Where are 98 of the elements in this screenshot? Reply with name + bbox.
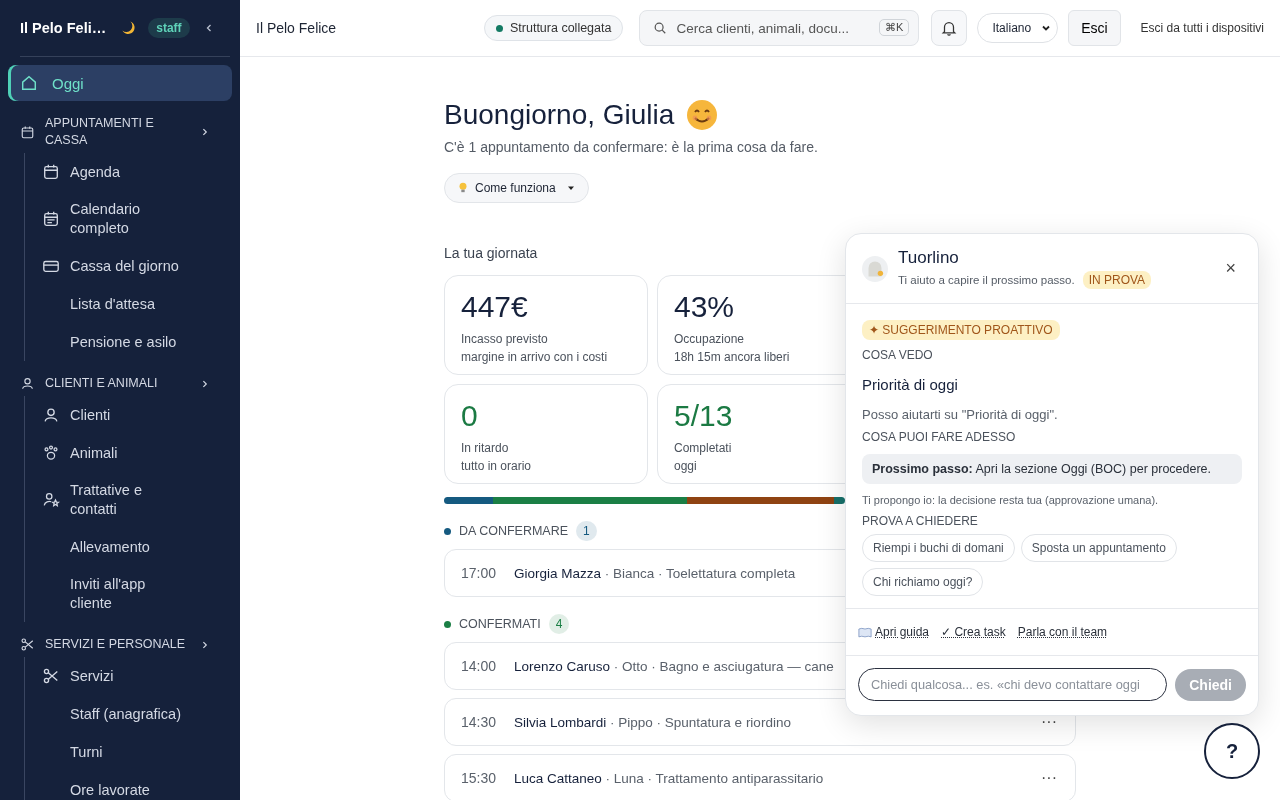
appointment-details: Lorenzo Caruso · Otto · Bagno e asciugatura — cane [514, 658, 834, 674]
chevron-icon [200, 639, 210, 650]
action-link[interactable]: ✓ Crea task [941, 625, 1006, 639]
suggestion-badge: ✦ SUGGERIMENTO PROATTIVO [862, 320, 1060, 340]
stat-label: Incasso previsto [461, 331, 549, 348]
calendar-icon [42, 163, 60, 181]
help-dropdown[interactable]: Come funziona [444, 173, 589, 203]
more-button[interactable]: ··· [1037, 769, 1061, 787]
shortcut-key: ⌘K [879, 19, 910, 36]
help-button[interactable]: ? [1204, 723, 1260, 779]
nav-section[interactable]: APPUNTAMENTI E CASSA [8, 107, 232, 153]
group-title: CONFERMATI [459, 617, 541, 631]
nav-section[interactable]: SERVIZI E PERSONALE [8, 628, 232, 657]
stat-label: Occupazione [674, 331, 746, 348]
caret-icon [566, 184, 575, 192]
chevron-down-icon [1041, 23, 1052, 33]
user-icon [42, 406, 60, 424]
scissors-icon [42, 667, 60, 685]
smiley-icon [686, 99, 719, 131]
nav-item[interactable]: Calendario completo [25, 191, 232, 247]
nav-item[interactable]: Allevamento [25, 528, 232, 566]
nav-section[interactable]: CLIENTI E ANIMALI [8, 367, 232, 396]
stat-value: 5/13 [674, 399, 734, 433]
guide-link[interactable]: Apri guida [858, 625, 930, 639]
nav-item[interactable]: Turni [25, 733, 232, 771]
topic-title: Priorità di oggi [862, 376, 959, 393]
calendar-icon [20, 124, 35, 140]
logout-all-link[interactable]: Esci da tutti i dispositivi [1140, 21, 1264, 35]
nav-item[interactable]: Oggi [8, 65, 232, 101]
nav-item[interactable]: Pensione e asilo [25, 323, 232, 361]
stat-label: In ritardo [461, 440, 510, 457]
bell-icon [940, 19, 959, 37]
nav-item[interactable]: Animali [25, 434, 232, 472]
greeting-title: Buongiorno, Giulia [444, 99, 675, 131]
group-title: DA CONFERMARE [459, 524, 569, 538]
assistant-name: Tuorlino [898, 248, 960, 268]
suggestion-chip[interactable]: Chi richiamo oggi? [862, 568, 984, 596]
paw-icon [42, 444, 60, 462]
mascot-icon [862, 255, 888, 282]
close-button[interactable]: × [1219, 257, 1242, 280]
appointment-details: Luca Cattaneo · Luna · Trattamento antiparassitario [514, 770, 824, 786]
stat-note: tutto in orario [461, 458, 533, 475]
logout-button[interactable]: Esci [1068, 10, 1121, 46]
nav-item[interactable]: Inviti all'app cliente [25, 566, 232, 622]
suggestion-chip[interactable]: Sposta un appuntamento [1020, 534, 1177, 562]
next-step-box: Prossimo passo: Apri la sezione Oggi (BOC) per procedere. [862, 454, 1242, 484]
stat-note: margine in arrivo con i costi [461, 349, 609, 366]
stat-value: 43% [674, 290, 736, 324]
stat-label: Completati [674, 440, 733, 457]
appointment-details: Giorgia Mazza · Bianca · Toelettatura completa [514, 565, 796, 581]
nav-item[interactable]: Servizi [25, 657, 232, 695]
greeting-subtitle: C'è 1 appuntamento da confermare: è la prima cosa da fare. [444, 139, 819, 155]
appointment-time: 17:00 [461, 565, 498, 581]
chevron-icon [200, 378, 210, 389]
nav-item[interactable]: Ore lavorate [25, 771, 232, 800]
status-pill: Struttura collegata [484, 15, 624, 41]
section-label: COSA PUOI FARE ADESSO [862, 430, 1017, 444]
message-input[interactable]: Chiedi qualcosa... es. «chi devo contattare oggi [858, 668, 1168, 701]
notifications-button[interactable] [931, 10, 968, 46]
calendar-icon [42, 210, 60, 228]
suggestion-chip[interactable]: Riempi i buchi di domani [862, 534, 1015, 562]
user-star-icon [42, 491, 60, 509]
page-title: Il Pelo Felice [256, 20, 337, 36]
lightbulb-icon [458, 182, 468, 194]
nav-item[interactable]: Trattative e contatti [25, 472, 232, 528]
trial-badge: IN PROVA [1082, 271, 1152, 289]
chevron-icon [200, 127, 210, 137]
nav-item[interactable]: Clienti [25, 396, 232, 434]
user-icon [20, 376, 35, 391]
role-badge: staff [148, 18, 190, 38]
action-link[interactable]: Parla con il team [1017, 625, 1108, 639]
stat-value: 447€ [461, 290, 529, 324]
moon-icon[interactable] [120, 20, 137, 36]
search-icon [653, 21, 668, 35]
assistant-note: Ti propongo io: la decisione resta tua (approvazione umana). [862, 494, 1160, 506]
count-badge: 1 [576, 521, 597, 541]
count-badge: 4 [548, 614, 570, 634]
appointment-details: Silvia Lombardi · Pippo · Spuntatura e riordino [514, 714, 791, 730]
appointment-time: 14:00 [461, 658, 498, 674]
stat-note: oggi [674, 458, 698, 475]
nav-item[interactable]: Staff (anagrafica) [25, 695, 232, 733]
appointment-time: 14:30 [461, 714, 498, 730]
section-title: La tua giornata [444, 245, 538, 261]
nav-item[interactable]: Cassa del giorno [25, 247, 232, 285]
scissors-icon [20, 637, 35, 652]
section-label: COSA VEDO [862, 348, 934, 362]
app-name: Il Pelo Feli… [20, 20, 107, 36]
stat-value: 0 [461, 399, 479, 433]
book-icon [858, 626, 872, 638]
home-icon [20, 74, 38, 92]
more-button[interactable]: ··· [1037, 713, 1061, 731]
stat-note: 18h 15m ancora liberi [674, 349, 791, 366]
section-label: PROVA A CHIEDERE [862, 514, 979, 528]
assistant-message: Posso aiutarti su "Priorità di oggi". [862, 407, 1059, 422]
nav-item[interactable]: Lista d'attesa [25, 285, 232, 323]
assistant-tagline: Ti aiuto a capire il prossimo passo. [898, 274, 1075, 286]
appointment-time: 15:30 [461, 770, 498, 786]
nav-item[interactable]: Agenda [25, 153, 232, 191]
